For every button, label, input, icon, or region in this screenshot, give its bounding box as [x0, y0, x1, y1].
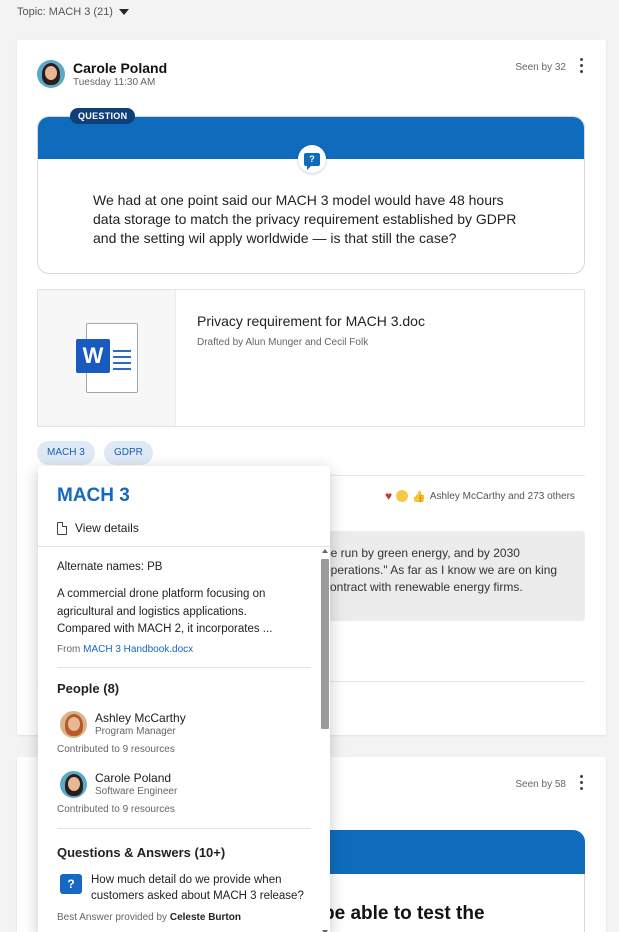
- laugh-icon: [396, 490, 409, 502]
- attachment-subtitle: Drafted by Alun Munger and Cecil Folk: [197, 337, 369, 348]
- more-options-icon[interactable]: [578, 775, 584, 793]
- heart-icon: ♥: [385, 489, 393, 503]
- question-icon: ?: [60, 874, 82, 894]
- divider: [57, 828, 311, 829]
- post-timestamp: Tuesday 11:30 AM: [73, 77, 156, 88]
- question-headline: be able to test the: [323, 903, 485, 924]
- best-answer: Best Answer provided by Celeste Burton: [57, 912, 241, 923]
- best-answer-author[interactable]: Celeste Burton: [170, 912, 241, 923]
- question-icon: ?: [298, 145, 326, 173]
- topic-description: A commercial drone platform focusing on …: [57, 588, 273, 635]
- question-badge: QUESTION: [70, 108, 136, 124]
- attachment-card[interactable]: W Privacy requirement for MACH 3.doc Dra…: [37, 289, 585, 427]
- question-card: ? We had at one point said our MACH 3 mo…: [37, 116, 585, 274]
- tag-mach-3[interactable]: MACH 3: [37, 441, 95, 465]
- source-prefix: From: [57, 644, 81, 655]
- qa-header: Questions & Answers (10+): [57, 845, 226, 860]
- view-details-label: View details: [75, 521, 139, 535]
- person-name: Carole Poland: [95, 771, 172, 785]
- attachment-thumbnail: W: [38, 290, 176, 426]
- reply-text: be run by green energy, and by 2030 oper…: [324, 546, 558, 594]
- topic-title[interactable]: MACH 3: [57, 485, 130, 507]
- seen-count[interactable]: Seen by 58: [515, 779, 566, 790]
- attachment-title[interactable]: Privacy requirement for MACH 3.doc: [197, 313, 425, 329]
- question-text: We had at one point said our MACH 3 mode…: [93, 192, 517, 246]
- topic-filter-dropdown[interactable]: Topic: MACH 3 (21): [17, 6, 129, 18]
- seen-count[interactable]: Seen by 32: [515, 62, 566, 73]
- word-document-icon: W: [76, 323, 138, 393]
- view-details-link[interactable]: View details: [57, 521, 139, 535]
- reactions-text: Ashley McCarthy and 273 others: [429, 490, 575, 502]
- avatar[interactable]: [37, 60, 65, 88]
- person-contribution: Contributed to 9 resources: [57, 804, 175, 815]
- person-role: Software Engineer: [95, 786, 178, 797]
- alternate-names: Alternate names: PB: [57, 561, 163, 573]
- reactions-summary[interactable]: ♥ 👍 Ashley McCarthy and 273 others: [385, 489, 575, 503]
- chevron-down-icon: [118, 9, 129, 15]
- source-line: From MACH 3 Handbook.docx: [57, 644, 193, 655]
- qa-question: How much detail do we provide when custo…: [91, 874, 304, 902]
- scrollbar-thumb[interactable]: [321, 559, 329, 729]
- divider: [57, 667, 311, 668]
- like-icon: 👍: [412, 490, 426, 503]
- avatar: [60, 711, 87, 738]
- document-icon: [57, 521, 67, 535]
- scroll-up-icon[interactable]: [322, 549, 328, 553]
- person-contribution: Contributed to 9 resources: [57, 744, 175, 755]
- avatar: [60, 771, 87, 798]
- author-name[interactable]: Carole Poland: [73, 60, 167, 76]
- topic-filter-label: Topic: MACH 3 (21): [17, 6, 113, 18]
- source-link[interactable]: MACH 3 Handbook.docx: [83, 644, 193, 655]
- person-role: Program Manager: [95, 726, 176, 737]
- tag-gdpr[interactable]: GDPR: [104, 441, 153, 465]
- scrollbar[interactable]: [320, 547, 330, 932]
- more-options-icon[interactable]: [578, 58, 584, 76]
- post-author: Carole Poland Tuesday 11:30 AM: [37, 60, 167, 88]
- person-name: Ashley McCarthy: [95, 711, 186, 725]
- people-header: People (8): [57, 681, 120, 696]
- topic-card-popup: MACH 3 View details Alternate names: PB …: [38, 466, 330, 932]
- topic-card-body[interactable]: Alternate names: PB A commercial drone p…: [38, 547, 330, 932]
